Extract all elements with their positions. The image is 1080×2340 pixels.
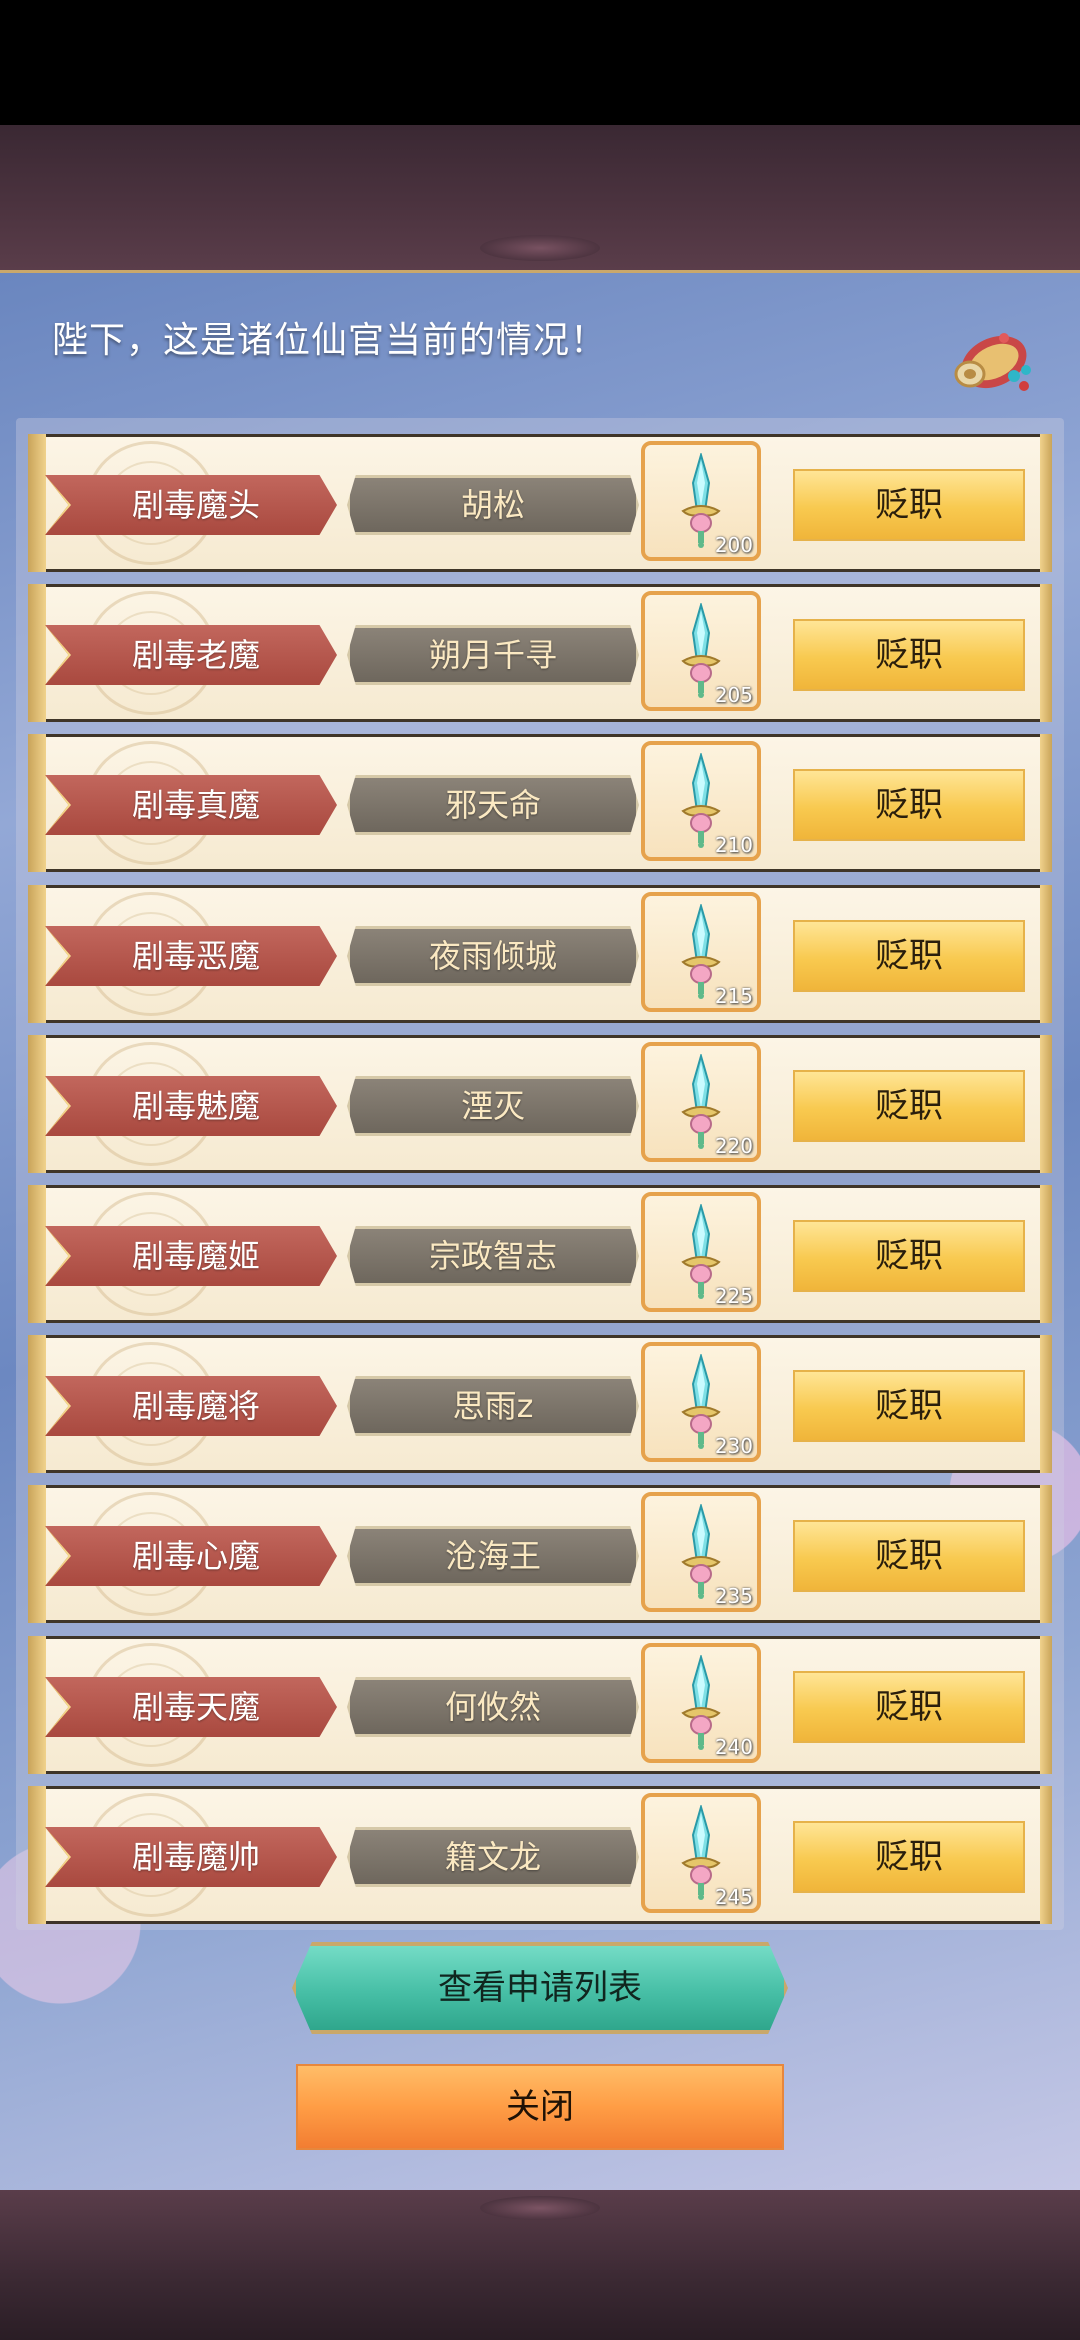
official-name: 思雨z — [347, 1376, 639, 1436]
official-name: 胡松 — [347, 475, 639, 535]
view-application-list-button[interactable]: 查看申请列表 — [292, 1942, 788, 2034]
row-frame-right — [1040, 1335, 1052, 1473]
row-frame-left — [28, 1786, 46, 1924]
row-frame-right — [1040, 1485, 1052, 1623]
official-row: 剧毒心魔 沧海王 235 贬职 — [28, 1485, 1052, 1623]
scroll-icon[interactable] — [950, 318, 1040, 396]
official-row: 剧毒魅魔 湮灭 220 贬职 — [28, 1035, 1052, 1173]
item-level: 210 — [714, 833, 753, 857]
item-level: 240 — [714, 1735, 753, 1759]
row-frame-left — [28, 434, 46, 572]
demote-button[interactable]: 贬职 — [793, 1220, 1025, 1292]
rank-label: 剧毒老魔 — [45, 625, 337, 685]
row-frame-right — [1040, 1636, 1052, 1774]
rank-label: 剧毒魔姬 — [45, 1226, 337, 1286]
item-slot[interactable]: 210 — [641, 741, 761, 861]
item-level: 230 — [714, 1434, 753, 1458]
row-frame-left — [28, 1035, 46, 1173]
row-frame-left — [28, 1485, 46, 1623]
close-button[interactable]: 关闭 — [296, 2064, 784, 2150]
row-frame-left — [28, 584, 46, 722]
item-slot[interactable]: 245 — [641, 1793, 761, 1913]
official-name: 夜雨倾城 — [347, 926, 639, 986]
item-slot[interactable]: 240 — [641, 1643, 761, 1763]
rank-label: 剧毒魔将 — [45, 1376, 337, 1436]
item-level: 235 — [714, 1584, 753, 1608]
row-frame-left — [28, 885, 46, 1023]
item-level: 200 — [714, 533, 753, 557]
demote-button[interactable]: 贬职 — [793, 1070, 1025, 1142]
row-frame-right — [1040, 434, 1052, 572]
demote-button[interactable]: 贬职 — [793, 920, 1025, 992]
item-level: 215 — [714, 984, 753, 1008]
row-frame-right — [1040, 1786, 1052, 1924]
official-row: 剧毒恶魔 夜雨倾城 215 贬职 — [28, 885, 1052, 1023]
rank-label: 剧毒魅魔 — [45, 1076, 337, 1136]
row-frame-left — [28, 1335, 46, 1473]
row-frame-left — [28, 1636, 46, 1774]
official-name: 沧海王 — [347, 1526, 639, 1586]
rank-label: 剧毒魔头 — [45, 475, 337, 535]
official-row: 剧毒魔将 思雨z 230 贬职 — [28, 1335, 1052, 1473]
item-slot[interactable]: 205 — [641, 591, 761, 711]
item-slot[interactable]: 215 — [641, 892, 761, 1012]
official-name: 邪天命 — [347, 775, 639, 835]
panel-header-text: 陛下，这是诸位仙官当前的情况！ — [52, 320, 608, 361]
demote-button[interactable]: 贬职 — [793, 619, 1025, 691]
official-row: 剧毒魔头 胡松 200 贬职 — [28, 434, 1052, 572]
item-level: 220 — [714, 1134, 753, 1158]
official-row: 剧毒天魔 何攸然 240 贬职 — [28, 1636, 1052, 1774]
item-level: 245 — [714, 1885, 753, 1909]
demote-button[interactable]: 贬职 — [793, 1821, 1025, 1893]
official-name: 湮灭 — [347, 1076, 639, 1136]
demote-button[interactable]: 贬职 — [793, 1671, 1025, 1743]
item-slot[interactable]: 235 — [641, 1492, 761, 1612]
screen: 陛下，这是诸位仙官当前的情况！ 剧毒魔头 胡松 200 贬职 剧毒老魔 朔月千寻 205 贬职… — [0, 0, 1080, 2340]
item-slot[interactable]: 220 — [641, 1042, 761, 1162]
official-name: 籍文龙 — [347, 1827, 639, 1887]
item-slot[interactable]: 225 — [641, 1192, 761, 1312]
row-frame-right — [1040, 584, 1052, 722]
official-row: 剧毒真魔 邪天命 210 贬职 — [28, 734, 1052, 872]
official-name: 何攸然 — [347, 1677, 639, 1737]
item-slot[interactable]: 230 — [641, 1342, 761, 1462]
row-frame-left — [28, 1185, 46, 1323]
row-frame-right — [1040, 734, 1052, 872]
official-row: 剧毒魔帅 籍文龙 245 贬职 — [28, 1786, 1052, 1924]
row-frame-left — [28, 734, 46, 872]
rank-label: 剧毒天魔 — [45, 1677, 337, 1737]
demote-button[interactable]: 贬职 — [793, 769, 1025, 841]
row-frame-right — [1040, 1185, 1052, 1323]
official-row: 剧毒魔姬 宗政智志 225 贬职 — [28, 1185, 1052, 1323]
demote-button[interactable]: 贬职 — [793, 1520, 1025, 1592]
item-slot[interactable]: 200 — [641, 441, 761, 561]
item-level: 205 — [714, 683, 753, 707]
bottom-ornament — [480, 2196, 600, 2220]
rank-label: 剧毒真魔 — [45, 775, 337, 835]
top-ornament — [480, 235, 600, 261]
item-level: 225 — [714, 1284, 753, 1308]
demote-button[interactable]: 贬职 — [793, 1370, 1025, 1442]
demote-button[interactable]: 贬职 — [793, 469, 1025, 541]
rank-label: 剧毒魔帅 — [45, 1827, 337, 1887]
official-row: 剧毒老魔 朔月千寻 205 贬职 — [28, 584, 1052, 722]
status-bar-area — [0, 0, 1080, 125]
official-name: 朔月千寻 — [347, 625, 639, 685]
row-frame-right — [1040, 885, 1052, 1023]
row-frame-right — [1040, 1035, 1052, 1173]
rank-label: 剧毒心魔 — [45, 1526, 337, 1586]
official-name: 宗政智志 — [347, 1226, 639, 1286]
rank-label: 剧毒恶魔 — [45, 926, 337, 986]
